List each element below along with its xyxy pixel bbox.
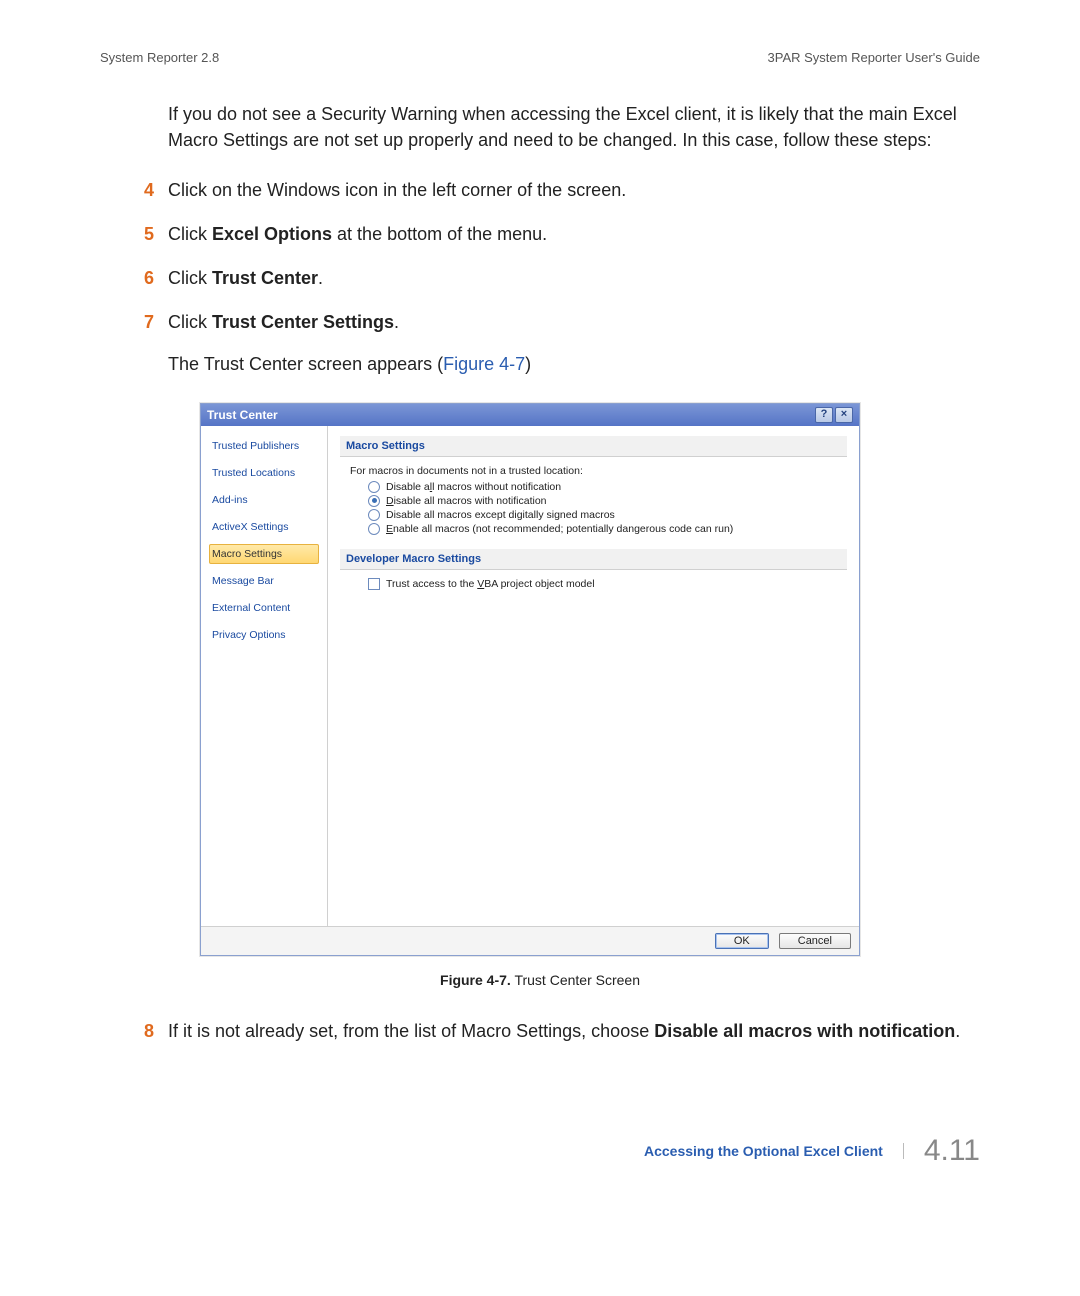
step-8: 8 If it is not already set, from the lis… (100, 1018, 980, 1044)
step-7: 7 Click Trust Center Settings. (100, 309, 980, 335)
figure-ref-link[interactable]: Figure 4-7 (443, 354, 525, 374)
intro-paragraph: If you do not see a Security Warning whe… (168, 101, 980, 153)
radio-disable-with-notification[interactable]: Disable all macros with notification (368, 495, 847, 507)
sidebar-item-macro-settings[interactable]: Macro Settings (209, 544, 319, 564)
page-number: 4.11 (924, 1134, 980, 1168)
trust-center-window: Trust Center ? × Trusted Publishers Trus… (200, 403, 860, 956)
radio-icon[interactable] (368, 523, 380, 535)
close-icon[interactable]: × (835, 407, 853, 423)
sidebar-item-external-content[interactable]: External Content (209, 598, 319, 618)
radio-icon[interactable] (368, 495, 380, 507)
header-right: 3PAR System Reporter User's Guide (768, 50, 980, 65)
footer-section-link[interactable]: Accessing the Optional Excel Client (644, 1143, 904, 1159)
step-4: 4 Click on the Windows icon in the left … (100, 177, 980, 203)
cancel-button[interactable]: Cancel (779, 933, 851, 949)
window-title: Trust Center (207, 408, 278, 422)
dialog-footer: OK Cancel (201, 926, 859, 955)
step-number: 5 (100, 221, 168, 247)
radio-enable-all[interactable]: Enable all macros (not recommended; pote… (368, 523, 847, 535)
sidebar-item-trusted-locations[interactable]: Trusted Locations (209, 463, 319, 483)
radio-icon[interactable] (368, 481, 380, 493)
figure-trust-center: Trust Center ? × Trusted Publishers Trus… (200, 403, 860, 956)
step-number: 7 (100, 309, 168, 335)
step-number: 8 (100, 1018, 168, 1044)
step-6: 6 Click Trust Center. (100, 265, 980, 291)
trust-center-main: Macro Settings For macros in documents n… (328, 426, 859, 926)
sidebar-item-trusted-publishers[interactable]: Trusted Publishers (209, 436, 319, 456)
sidebar-item-message-bar[interactable]: Message Bar (209, 571, 319, 591)
step-number: 6 (100, 265, 168, 291)
radio-icon[interactable] (368, 509, 380, 521)
help-icon[interactable]: ? (815, 407, 833, 423)
checkbox-trust-vba[interactable]: Trust access to the VBA project object m… (368, 578, 847, 590)
sidebar-item-privacy-options[interactable]: Privacy Options (209, 625, 319, 645)
trust-center-sidebar: Trusted Publishers Trusted Locations Add… (201, 426, 328, 926)
header-left: System Reporter 2.8 (100, 50, 219, 65)
step-text: Click on the Windows icon in the left co… (168, 177, 980, 203)
step-text: Click Trust Center Settings. (168, 309, 980, 335)
sidebar-item-add-ins[interactable]: Add-ins (209, 490, 319, 510)
section-macro-settings: Macro Settings (340, 436, 847, 457)
macro-intro: For macros in documents not in a trusted… (350, 465, 847, 477)
sidebar-item-activex-settings[interactable]: ActiveX Settings (209, 517, 319, 537)
radio-disable-without-notification[interactable]: Disable all macros without notification (368, 481, 847, 493)
radio-disable-except-signed[interactable]: Disable all macros except digitally sign… (368, 509, 847, 521)
step-text: Click Excel Options at the bottom of the… (168, 221, 980, 247)
trust-center-appears: The Trust Center screen appears (Figure … (168, 354, 980, 375)
ok-button[interactable]: OK (715, 933, 769, 949)
step-text: Click Trust Center. (168, 265, 980, 291)
titlebar: Trust Center ? × (201, 404, 859, 426)
step-number: 4 (100, 177, 168, 203)
page-footer: Accessing the Optional Excel Client 4.11 (100, 1134, 980, 1168)
figure-caption: Figure 4-7. Trust Center Screen (100, 972, 980, 988)
step-5: 5 Click Excel Options at the bottom of t… (100, 221, 980, 247)
page-header: System Reporter 2.8 3PAR System Reporter… (100, 50, 980, 65)
checkbox-icon[interactable] (368, 578, 380, 590)
section-developer-macro-settings: Developer Macro Settings (340, 549, 847, 570)
step-text: If it is not already set, from the list … (168, 1018, 980, 1044)
